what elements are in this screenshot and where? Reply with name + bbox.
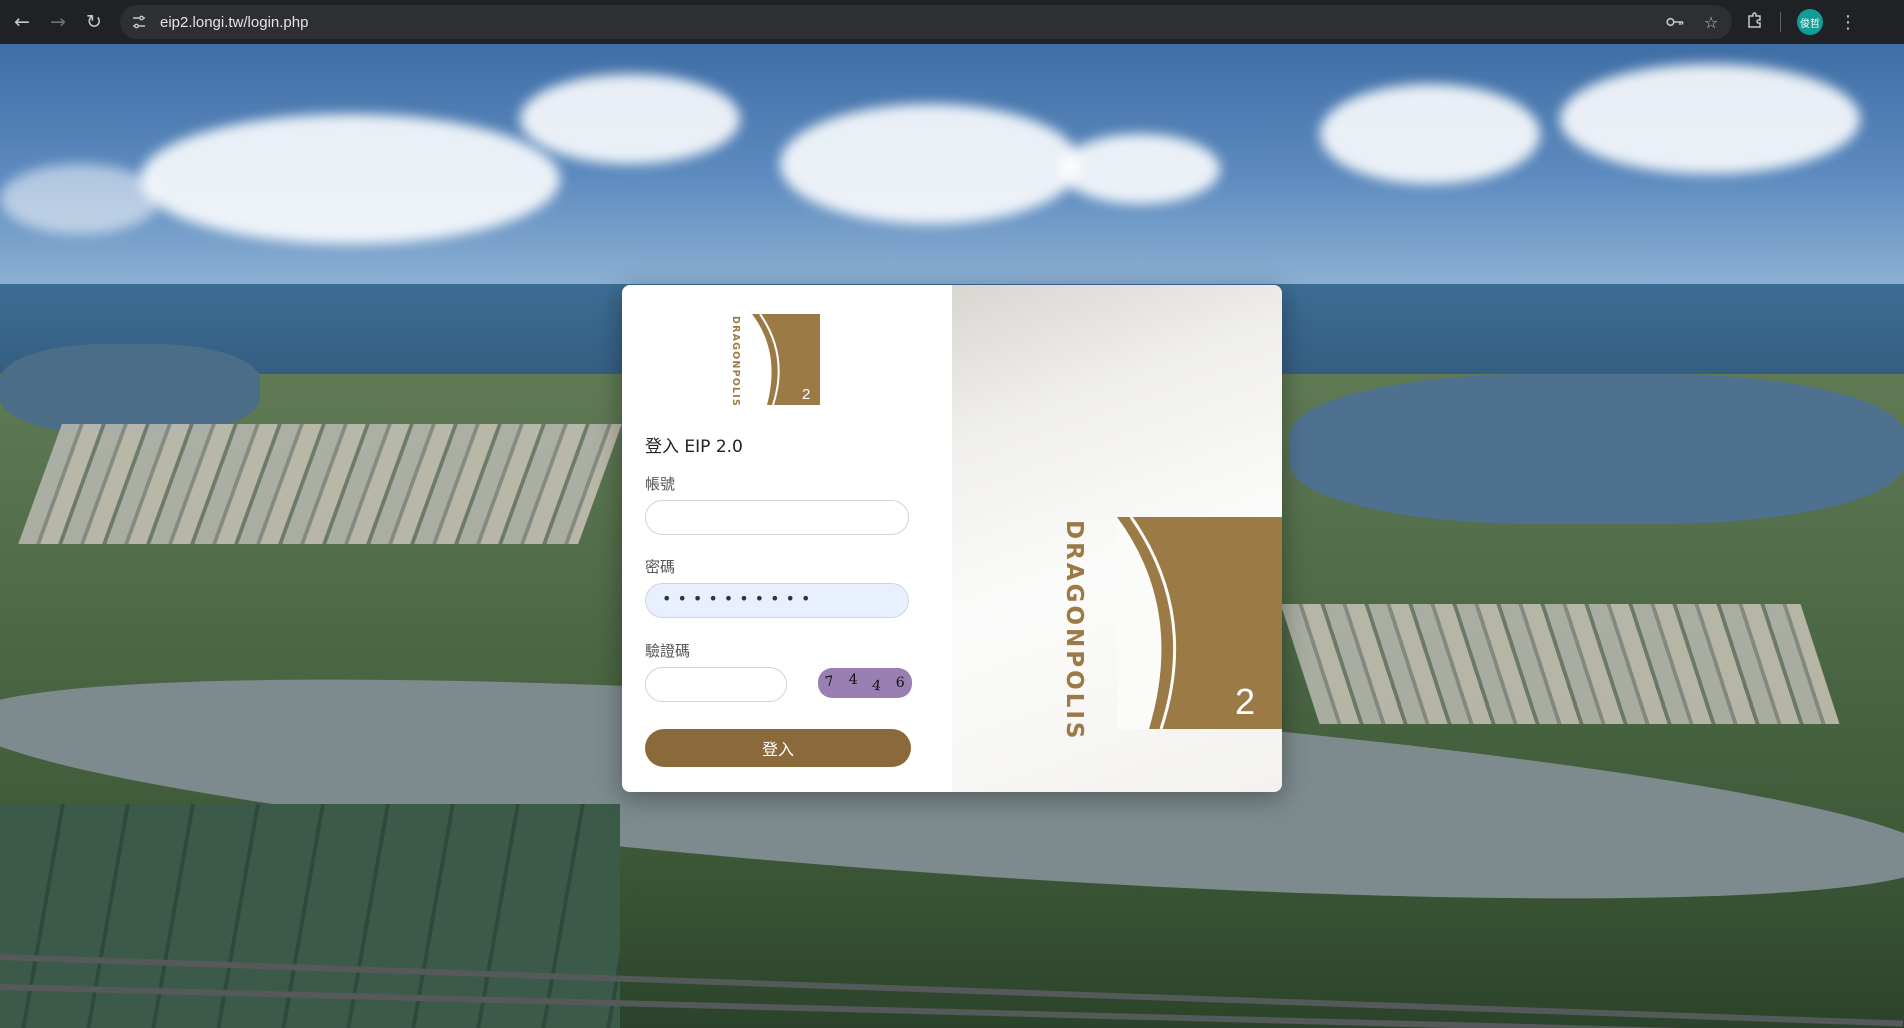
password-input[interactable]: •••••••••• (645, 583, 909, 618)
profile-avatar[interactable]: 俊哲 (1797, 9, 1823, 35)
site-info-icon[interactable] (124, 7, 154, 37)
cloud (140, 114, 560, 244)
cloud (520, 74, 740, 164)
toolbar-divider (1780, 12, 1781, 32)
captcha-char: 4 (871, 677, 883, 695)
account-label: 帳號 (645, 475, 676, 493)
more-menu-icon[interactable]: ⋮ (1839, 12, 1857, 33)
url-text[interactable]: eip2.longi.tw/login.php (160, 14, 308, 31)
brand-number: 2 (1235, 681, 1255, 722)
login-form-panel: 2 DRAGONPOLIS 登入 EIP 2.0 帳號 密碼 •••••••••… (622, 285, 952, 792)
captcha-input[interactable] (645, 667, 787, 702)
brand-panel: 2 DRAGONPOLIS (952, 285, 1282, 792)
cloud (0, 164, 160, 234)
forward-icon[interactable]: → (40, 4, 76, 40)
industrial-zone (1280, 604, 1840, 724)
login-submit-button[interactable]: 登入 (645, 729, 911, 767)
captcha-char: 6 (895, 675, 905, 691)
cloud (1320, 84, 1540, 184)
address-bar[interactable]: eip2.longi.tw/login.php ☆ (120, 5, 1732, 39)
cloud (780, 104, 1080, 224)
dragonpolis-logo-small: 2 DRAGONPOLIS (730, 313, 820, 407)
key-icon[interactable] (1664, 13, 1686, 32)
industrial-zone (18, 424, 622, 544)
account-input[interactable] (645, 500, 909, 535)
password-mask: •••••••••• (662, 589, 817, 608)
dragonpolis-logo-large: 2 DRAGONPOLIS (1061, 516, 1282, 739)
extensions-icon[interactable] (1746, 11, 1764, 34)
lagoon (0, 344, 260, 434)
password-label: 密碼 (645, 558, 676, 576)
svg-text:DRAGONPOLIS: DRAGONPOLIS (730, 316, 741, 407)
svg-text:2: 2 (802, 386, 810, 403)
cloud (1060, 134, 1220, 204)
login-title: 登入 EIP 2.0 (645, 437, 743, 457)
brand-wordmark: DRAGONPOLIS (1061, 520, 1087, 739)
reload-icon[interactable]: ↻ (76, 4, 112, 40)
login-card: 2 DRAGONPOLIS 登入 EIP 2.0 帳號 密碼 •••••••••… (622, 285, 1282, 792)
cloud (1560, 64, 1860, 174)
captcha-image[interactable]: 7 4 4 6 (818, 668, 912, 698)
bookmark-star-icon[interactable]: ☆ (1700, 13, 1722, 32)
browser-toolbar: ← → ↻ eip2.longi.tw/login.php ☆ 俊哲 ⋮ (0, 0, 1904, 45)
lagoon (1290, 374, 1904, 524)
captcha-char: 4 (848, 672, 858, 688)
back-icon[interactable]: ← (4, 4, 40, 40)
captcha-char: 7 (824, 673, 836, 691)
captcha-label: 驗證碼 (645, 642, 691, 660)
